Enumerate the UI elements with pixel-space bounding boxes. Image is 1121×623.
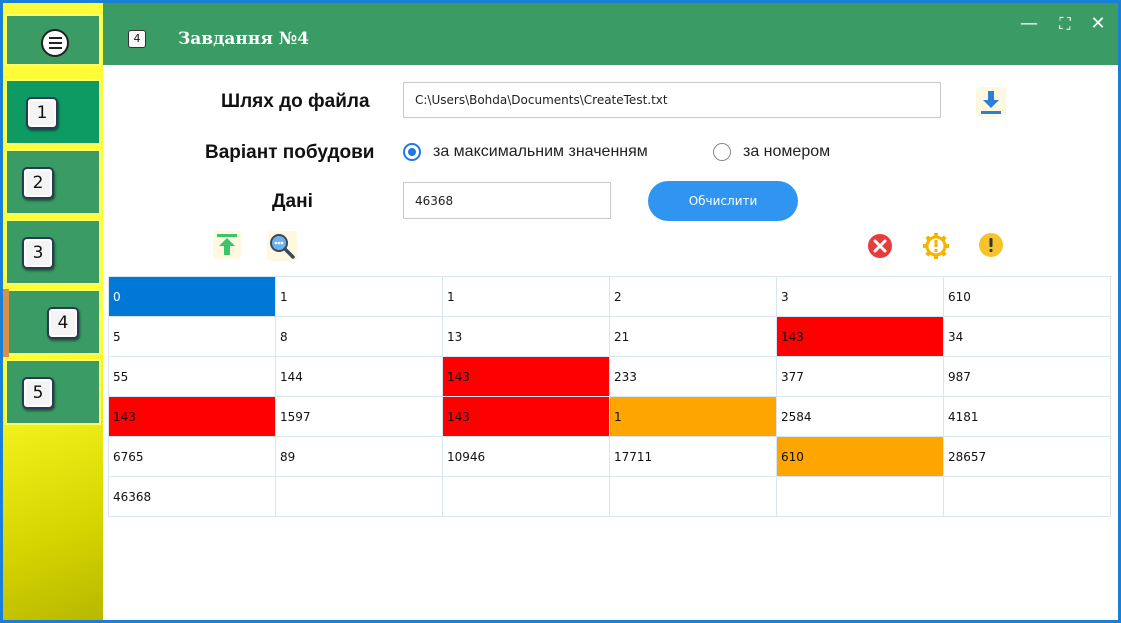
grid-cell[interactable]: 10946 — [443, 437, 610, 477]
grid-cell[interactable]: 55 — [109, 357, 276, 397]
menu-button[interactable] — [5, 14, 101, 66]
page-title: Завдання №4 — [178, 29, 310, 49]
sidebar-item-2[interactable]: 2 — [5, 149, 101, 215]
grid-cell[interactable]: 4181 — [944, 397, 1111, 437]
radio-label: за номером — [743, 143, 831, 160]
selected-indicator — [3, 289, 9, 357]
task-badge-icon: 4 — [128, 30, 146, 48]
path-label: Шлях до файла — [221, 91, 370, 112]
radio-button[interactable] — [713, 143, 731, 161]
minimize-button[interactable]: — — [1018, 13, 1040, 35]
close-button[interactable]: ✕ — [1087, 13, 1109, 35]
sidebar-item-5[interactable]: 5 — [5, 359, 101, 425]
grid-cell[interactable] — [777, 477, 944, 517]
radio-max-value[interactable]: за максимальним значенням — [403, 143, 648, 161]
grid-cell[interactable]: 17711 — [610, 437, 777, 477]
grid-cell[interactable]: 1597 — [276, 397, 443, 437]
sidebar-item-3[interactable]: 3 — [5, 219, 101, 285]
data-input[interactable]: 46368 — [403, 182, 611, 219]
data-grid: 0 1 1 2 3 610 5 8 13 21 143 34 55 144 143 233 377 987 143 1… — [108, 276, 1111, 517]
warning-icon[interactable] — [977, 231, 1005, 259]
variant-label: Варіант побудови — [205, 142, 375, 163]
grid-cell[interactable]: 1 — [443, 277, 610, 317]
grid-cell[interactable]: 0 — [109, 277, 276, 317]
grid-cell[interactable]: 1 — [610, 397, 777, 437]
calculate-button[interactable]: Обчислити — [648, 181, 798, 221]
download-icon[interactable] — [976, 87, 1006, 117]
grid-cell[interactable]: 143 — [443, 397, 610, 437]
sidebar-item-4[interactable]: 4 — [5, 289, 101, 355]
grid-cell[interactable] — [276, 477, 443, 517]
grid-cell[interactable]: 6765 — [109, 437, 276, 477]
grid-cell[interactable]: 13 — [443, 317, 610, 357]
title-bar: 4 Завдання №4 — ⛶ ✕ — [103, 3, 1118, 65]
upload-icon[interactable] — [213, 231, 241, 259]
grid-cell[interactable]: 21 — [610, 317, 777, 357]
grid-cell[interactable]: 2 — [610, 277, 777, 317]
grid-cell[interactable]: 28657 — [944, 437, 1111, 477]
grid-cell[interactable]: 143 — [109, 397, 276, 437]
grid-cell[interactable]: 46368 — [109, 477, 276, 517]
grid-cell[interactable] — [944, 477, 1111, 517]
grid-cell[interactable]: 377 — [777, 357, 944, 397]
data-label: Дані — [272, 191, 313, 212]
app-window: 1 2 3 4 5 4 Завдання №4 — ⛶ ✕ Шлях до фа… — [3, 3, 1118, 620]
clear-icon[interactable] — [866, 232, 894, 260]
radio-label: за максимальним значенням — [433, 143, 648, 160]
grid-cell[interactable]: 34 — [944, 317, 1111, 357]
grid-cell[interactable] — [443, 477, 610, 517]
grid-cell[interactable]: 2584 — [777, 397, 944, 437]
grid-cell[interactable]: 610 — [944, 277, 1111, 317]
sidebar-item-label: 4 — [47, 307, 79, 339]
maximize-button[interactable]: ⛶ — [1054, 13, 1076, 35]
grid-cell[interactable]: 3 — [777, 277, 944, 317]
grid-cell[interactable]: 610 — [777, 437, 944, 477]
radio-by-number[interactable]: за номером — [713, 143, 830, 161]
grid-cell[interactable]: 987 — [944, 357, 1111, 397]
grid-cell[interactable]: 233 — [610, 357, 777, 397]
sidebar-item-label: 2 — [22, 167, 54, 199]
hamburger-menu-icon — [41, 29, 69, 57]
grid-cell[interactable]: 89 — [276, 437, 443, 477]
file-path-field[interactable]: C:\Users\Bohda\Documents\CreateTest.txt — [403, 82, 941, 118]
grid-cell[interactable]: 5 — [109, 317, 276, 357]
grid-cell[interactable]: 8 — [276, 317, 443, 357]
grid-cell[interactable]: 143 — [443, 357, 610, 397]
sidebar-item-1[interactable]: 1 — [5, 79, 101, 145]
radio-button[interactable] — [403, 143, 421, 161]
gear-icon[interactable] — [921, 231, 951, 261]
sidebar: 1 2 3 4 5 — [3, 3, 103, 620]
grid-cell[interactable] — [610, 477, 777, 517]
grid-cell[interactable]: 144 — [276, 357, 443, 397]
search-icon[interactable] — [267, 231, 297, 261]
sidebar-item-label: 1 — [26, 97, 58, 129]
grid-cell[interactable]: 143 — [777, 317, 944, 357]
grid-cell[interactable]: 1 — [276, 277, 443, 317]
sidebar-item-label: 5 — [22, 377, 54, 409]
sidebar-item-label: 3 — [22, 237, 54, 269]
